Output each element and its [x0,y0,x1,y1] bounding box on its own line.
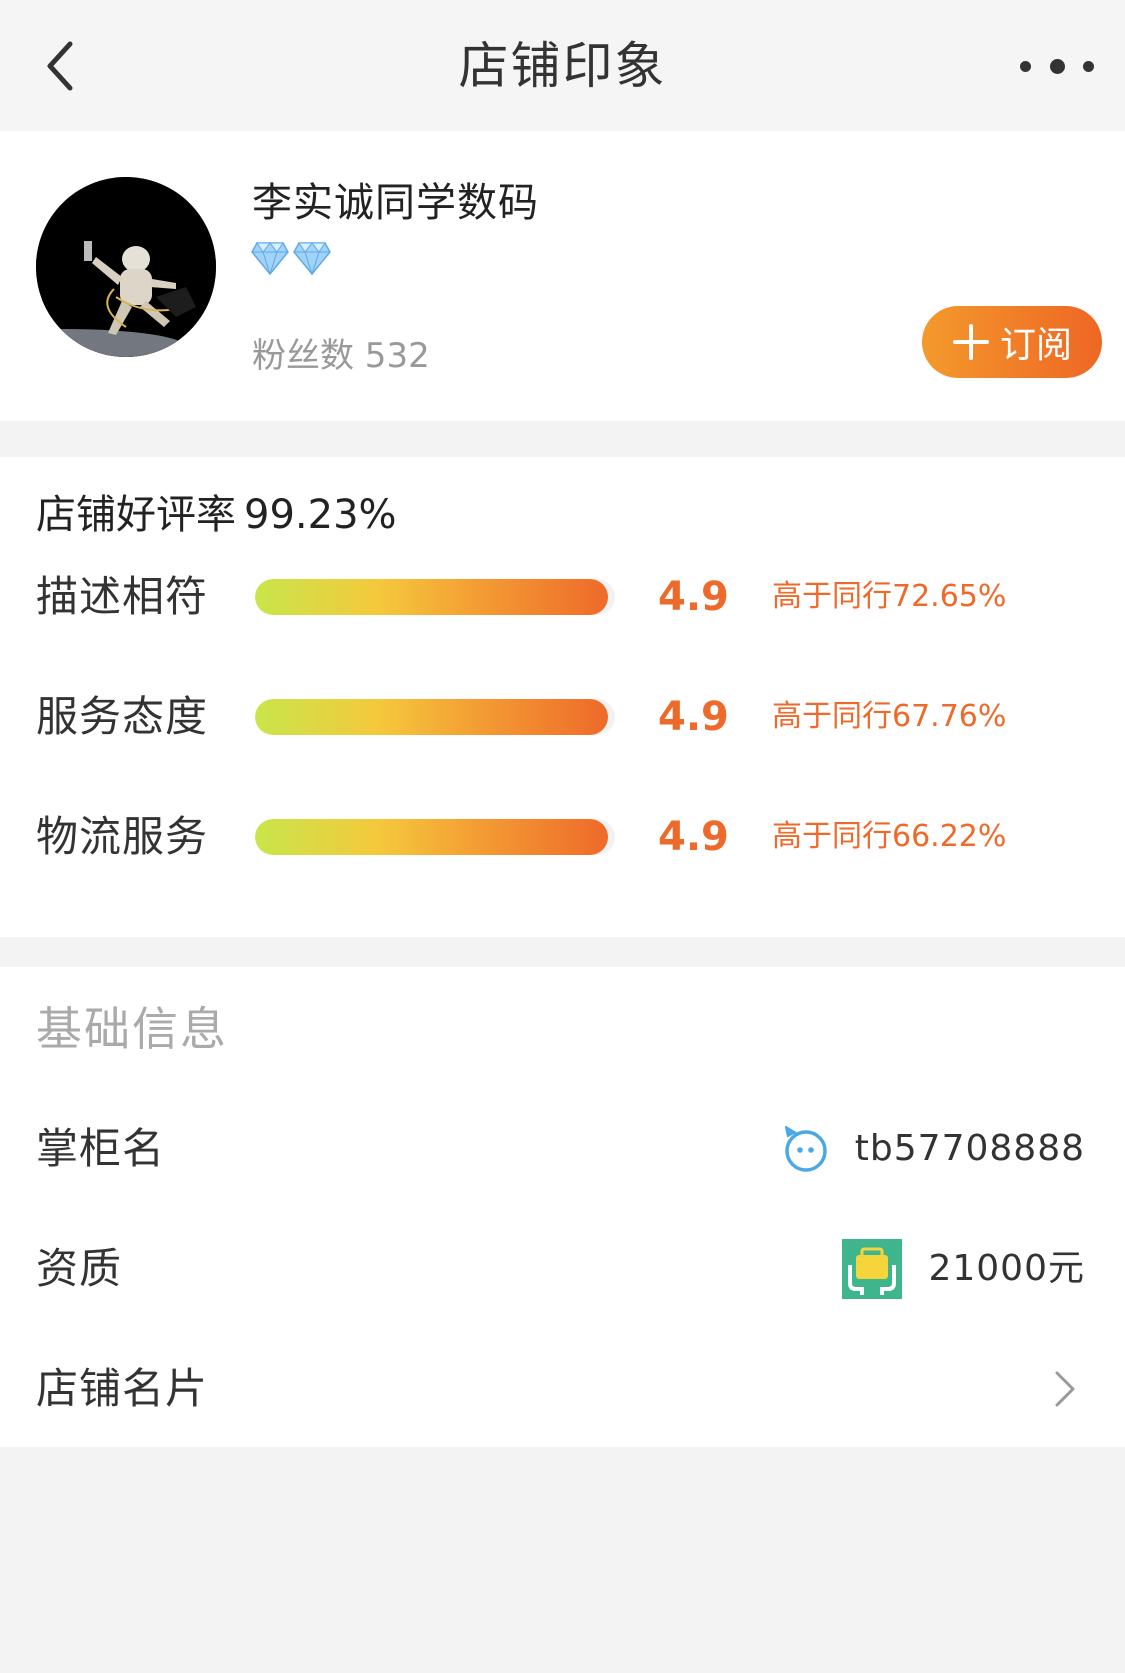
chevron-right-icon [1055,1371,1075,1407]
plus-icon [952,324,989,360]
metric-bar-fill [255,699,608,735]
more-dots-icon [1020,60,1031,72]
chat-face-icon[interactable] [782,1125,830,1173]
metric-label: 描述相符 [36,572,209,621]
metric-score: 4.9 [658,814,729,860]
good-rate-value: 99.23% [244,492,397,538]
fans-count: 粉丝数 532 [252,336,430,376]
section-title: 基础信息 [36,1002,228,1056]
info-label: 资质 [36,1244,123,1293]
subscribe-label: 订阅 [999,325,1072,366]
avatar-image [36,177,216,357]
basic-info-card: 基础信息 掌柜名 tb57708888 资质 21000元 店铺名片 [0,967,1125,1447]
diamond-icon [251,242,289,275]
metric-row: 描述相符 4.9 高于同行72.65% [0,557,1125,637]
info-label: 店铺名片 [36,1364,209,1413]
metric-label: 物流服务 [36,812,209,861]
metric-score: 4.9 [658,694,729,740]
more-dot-middle [1049,58,1065,74]
more-button[interactable] [1020,40,1094,92]
shop-card-row[interactable]: 店铺名片 [0,1339,1125,1439]
metric-label: 服务态度 [36,692,209,741]
good-rate-label: 店铺好评率 [36,492,236,538]
metric-row: 服务态度 4.9 高于同行67.76% [0,677,1125,757]
metric-bar-fill [255,579,608,615]
deposit-bag-icon [842,1239,902,1299]
nav-bar: 店铺印象 [0,0,1125,131]
metric-bar [255,699,615,735]
metric-score: 4.9 [658,574,729,620]
shopkeeper-row[interactable]: 掌柜名 tb57708888 [0,1099,1125,1199]
shop-level [251,241,331,275]
more-dot-right [1083,60,1094,72]
metric-bar [255,819,615,855]
page-title: 店铺印象 [458,37,667,95]
metric-compare: 高于同行67.76% [772,699,1007,734]
rating-card: 店铺好评率 99.23% 描述相符 4.9 高于同行72.65% 服务态度 4.9… [0,457,1125,937]
metric-compare: 高于同行66.22% [772,819,1007,854]
info-label: 掌柜名 [36,1124,166,1173]
subscribe-button[interactable]: 订阅 [922,306,1102,378]
good-rate: 店铺好评率 99.23% [36,487,397,543]
qualification-row[interactable]: 资质 21000元 [0,1219,1125,1319]
metric-row: 物流服务 4.9 高于同行66.22% [0,797,1125,877]
shop-card: 李实诚同学数码 粉丝数 532 订阅 [0,131,1125,421]
metric-compare: 高于同行72.65% [772,579,1007,614]
metric-bar [255,579,615,615]
qualification-value: 21000元 [928,1248,1085,1289]
diamond-icon [293,242,331,275]
shop-avatar[interactable] [36,177,216,357]
metric-bar-fill [255,819,608,855]
shopkeeper-name: tb57708888 [854,1128,1085,1169]
shop-name: 李实诚同学数码 [252,180,539,226]
